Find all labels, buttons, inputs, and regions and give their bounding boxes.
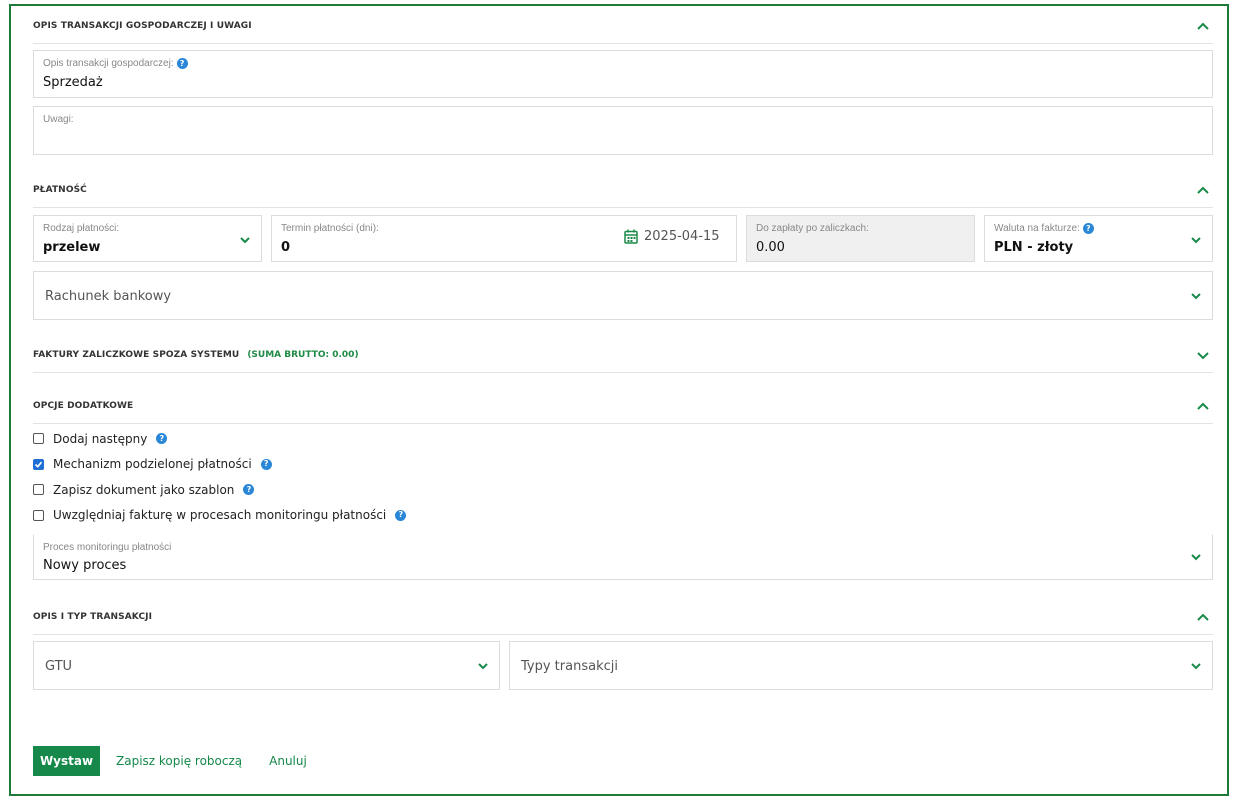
waluta-label-text: Waluta na fakturze: [994, 223, 1080, 234]
opis-transakcji-label: Opis transakcji gospodarczej: ? [43, 58, 188, 69]
help-icon[interactable]: ? [395, 509, 407, 521]
checkbox-label: Uwzględniaj fakturę w procesach monitori… [53, 508, 387, 523]
zapisz-kopie-robocza-link[interactable]: Zapisz kopię roboczą [116, 754, 242, 768]
uwagi-label: Uwagi: [43, 114, 74, 125]
gtu-placeholder: GTU [45, 659, 73, 674]
section-header-typ[interactable]: OPIS I TYP TRANSAKCJI [33, 599, 1213, 635]
chevron-down-icon[interactable] [1190, 292, 1202, 301]
checkbox-zapisz-szablon[interactable]: Zapisz dokument jako szablon ? [33, 477, 406, 503]
termin-date-value: 2025-04-15 [644, 229, 720, 244]
suma-brutto-note: (SUMA BRUTTO: 0.00) [247, 349, 359, 360]
checkbox-mechanizm-box[interactable] [33, 458, 44, 470]
chevron-up-icon[interactable] [1195, 20, 1211, 32]
rodzaj-platnosci-label: Rodzaj płatności: [43, 223, 120, 234]
anuluj-link[interactable]: Anuluj [269, 754, 307, 768]
section-title-opis: OPIS TRANSAKCJI GOSPODARCZEJ I UWAGI [33, 20, 252, 31]
rodzaj-platnosci-value: przelew [43, 240, 101, 255]
chevron-up-icon[interactable] [1195, 184, 1211, 196]
termin-platnosci-label: Termin płatności (dni): [281, 223, 379, 234]
proces-monitoringu-value: Nowy proces [43, 558, 127, 573]
section-title-typ: OPIS I TYP TRANSAKCJI [33, 611, 153, 622]
waluta-select[interactable]: Waluta na fakturze: ? PLN - złoty [984, 215, 1213, 262]
checkbox-monitoring[interactable]: Uwzględniaj fakturę w procesach monitori… [33, 503, 407, 529]
section-header-opis[interactable]: OPIS TRANSAKCJI GOSPODARCZEJ I UWAGI [33, 8, 1213, 44]
termin-platnosci-field[interactable]: Termin płatności (dni): 0 2025-04-15 [271, 215, 737, 262]
waluta-label: Waluta na fakturze: ? [994, 223, 1094, 234]
do-zaplaty-field: Do zapłaty po zaliczkach: 0.00 [746, 215, 975, 262]
help-icon[interactable]: ? [156, 433, 168, 445]
chevron-down-icon[interactable] [1190, 553, 1202, 562]
chevron-down-icon[interactable] [1190, 236, 1202, 245]
do-zaplaty-label: Do zapłaty po zaliczkach: [756, 223, 869, 234]
checkbox-mechanizm-podzielonej[interactable]: Mechanizm podzielonej płatności ? [33, 452, 406, 478]
opis-transakcji-field[interactable]: Opis transakcji gospodarczej: ? Sprzedaż [33, 50, 1213, 98]
chevron-down-icon[interactable] [477, 662, 489, 671]
help-icon[interactable]: ? [260, 458, 272, 470]
rachunek-bankowy-select[interactable]: Rachunek bankowy [33, 271, 1213, 320]
section-title-opcje: OPCJE DODATKOWE [33, 400, 134, 411]
options-checkbox-list: Dodaj następny ? Mechanizm podzielonej p… [33, 426, 407, 529]
chevron-down-icon[interactable] [239, 236, 251, 245]
waluta-value: PLN - złoty [994, 240, 1074, 255]
typy-transakcji-placeholder: Typy transakcji [521, 659, 618, 674]
checkbox-label: Dodaj następny [53, 431, 148, 446]
section-title-faktury: FAKTURY ZALICZKOWE SPOZA SYSTEMU [33, 349, 240, 360]
typy-transakcji-select[interactable]: Typy transakcji [509, 641, 1213, 690]
help-icon[interactable]: ? [243, 484, 255, 496]
checkbox-monitoring-box[interactable] [33, 509, 44, 521]
opis-transakcji-label-text: Opis transakcji gospodarczej: [43, 58, 174, 69]
checkbox-szablon-box[interactable] [33, 484, 44, 496]
checkbox-label: Mechanizm podzielonej płatności [53, 457, 252, 472]
help-icon[interactable]: ? [176, 58, 188, 69]
checkbox-label: Zapisz dokument jako szablon [53, 482, 235, 497]
termin-date-picker[interactable]: 2025-04-15 [624, 229, 720, 244]
gtu-select[interactable]: GTU [33, 641, 500, 690]
checkmark-icon [34, 461, 43, 468]
opis-transakcji-value: Sprzedaż [43, 75, 103, 90]
proces-monitoringu-select[interactable]: Proces monitoringu płatności Nowy proces [33, 534, 1213, 580]
proces-monitoringu-label: Proces monitoringu płatności [43, 542, 172, 553]
wystaw-button[interactable]: Wystaw [33, 746, 100, 776]
rodzaj-platnosci-select[interactable]: Rodzaj płatności: przelew [33, 215, 262, 262]
checkbox-dodaj-nastepny-box[interactable] [33, 433, 44, 445]
section-header-opcje[interactable]: OPCJE DODATKOWE [33, 388, 1213, 424]
chevron-up-icon[interactable] [1195, 611, 1211, 623]
uwagi-field[interactable]: Uwagi: [33, 106, 1213, 155]
rachunek-bankowy-placeholder: Rachunek bankowy [45, 289, 172, 304]
chevron-up-icon[interactable] [1195, 400, 1211, 412]
checkbox-dodaj-nastepny[interactable]: Dodaj następny ? [33, 426, 406, 452]
section-header-faktury[interactable]: FAKTURY ZALICZKOWE SPOZA SYSTEMU (SUMA B… [33, 337, 1213, 373]
invoice-form-frame: OPIS TRANSAKCJI GOSPODARCZEJ I UWAGI Opi… [9, 4, 1229, 796]
do-zaplaty-value: 0.00 [756, 240, 785, 255]
chevron-down-icon[interactable] [1190, 662, 1202, 671]
calendar-icon[interactable] [624, 229, 638, 244]
section-header-platnosc[interactable]: PŁATNOŚĆ [33, 172, 1213, 208]
chevron-down-icon[interactable] [1195, 349, 1211, 361]
section-title-platnosc: PŁATNOŚĆ [33, 184, 87, 195]
form-actions: Wystaw Zapisz kopię roboczą Anuluj [33, 746, 307, 776]
termin-platnosci-value: 0 [281, 240, 291, 255]
help-icon[interactable]: ? [1082, 223, 1094, 234]
